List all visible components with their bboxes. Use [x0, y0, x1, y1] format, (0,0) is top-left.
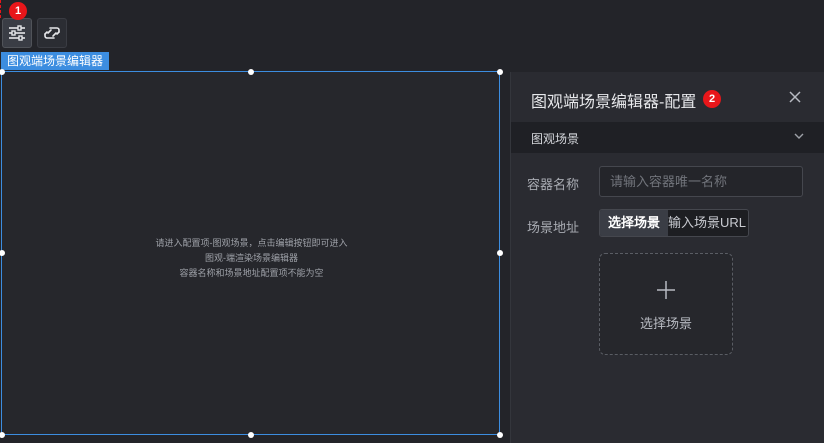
resize-handle-ne[interactable]: [497, 69, 503, 75]
plus-icon: [657, 281, 675, 299]
hint-line: 请进入配置项-图观场景，点击编辑按钮即可进入: [155, 238, 348, 248]
container-name-field[interactable]: [599, 166, 803, 197]
component-name-tag: 图观端场景编辑器: [1, 52, 110, 70]
panel-title: 图观端场景编辑器-配置: [531, 94, 697, 111]
scene-editor-component[interactable]: 请进入配置项-图观场景，点击编辑按钮即可进入 图观-端渲染场景编辑器 容器名称和…: [1, 71, 500, 435]
tab-select-scene[interactable]: 选择场景: [600, 210, 669, 236]
container-name-label: 容器名称: [527, 177, 580, 192]
resize-handle-se[interactable]: [497, 432, 503, 438]
config-toggle-button[interactable]: [2, 18, 32, 48]
scene-address-label: 场景地址: [527, 220, 580, 235]
resize-handle-s[interactable]: [248, 432, 254, 438]
step-badge-2: 2: [703, 90, 721, 108]
close-icon[interactable]: [788, 90, 802, 104]
select-scene-button[interactable]: 选择场景: [599, 253, 733, 355]
section-header-scene[interactable]: 图观场景: [511, 122, 824, 153]
link-refresh-button[interactable]: [37, 18, 67, 48]
link-refresh-icon: [44, 27, 60, 39]
chevron-down-icon: [794, 133, 804, 139]
resize-handle-sw[interactable]: [0, 432, 5, 438]
hint-line: 图观-端渲染场景编辑器: [205, 253, 298, 263]
sliders-icon: [9, 25, 25, 41]
scene-source-switch: 选择场景 输入场景URL: [599, 209, 750, 237]
empty-hint: 请进入配置项-图观场景，点击编辑按钮即可进入 图观-端渲染场景编辑器 容器名称和…: [2, 236, 501, 281]
resize-handle-n[interactable]: [248, 69, 254, 75]
tab-input-scene-url[interactable]: 输入场景URL: [668, 210, 748, 236]
selection-marker: [0, 0, 2, 18]
select-scene-label: 选择场景: [639, 316, 692, 331]
step-badge-1: 1: [9, 2, 27, 20]
hint-line: 容器名称和场景地址配置项不能为空: [179, 268, 324, 278]
config-panel: 图观端场景编辑器-配置 2 图观场景 容器名称 场景地址 选择场景 输入场景UR…: [510, 72, 824, 443]
resize-handle-e[interactable]: [497, 250, 503, 256]
section-title: 图观场景: [531, 132, 580, 146]
